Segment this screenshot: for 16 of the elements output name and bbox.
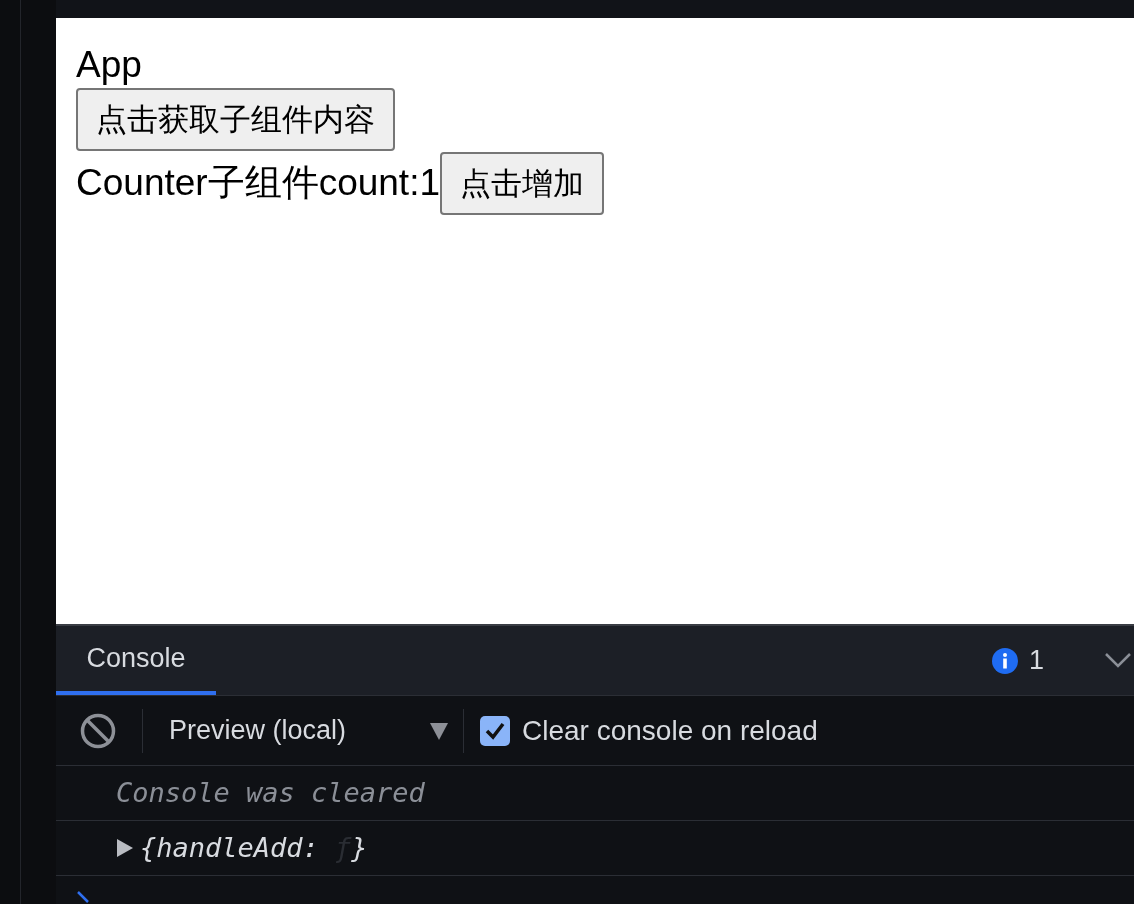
checkbox-label: Clear console on reload [522,713,818,748]
console-object[interactable]: {handleAdd: ƒ} [140,827,368,869]
clear-icon[interactable] [80,712,116,749]
dropdown-icon [429,720,449,741]
context-select[interactable]: Preview (local) [169,710,449,751]
info-count: 1 [1028,644,1044,678]
add-button[interactable]: 点击增加 [440,151,604,215]
console-tab[interactable]: Console [56,626,216,695]
counter-label: Counter子组件count:1 [76,161,440,206]
info-icon [990,646,1019,675]
checkbox[interactable] [480,715,510,746]
chevron-down-icon[interactable] [1105,652,1131,668]
app-heading: App [76,42,142,87]
expand-icon[interactable] [116,838,134,858]
console-message: Console was cleared [116,775,425,810]
fetch-button[interactable]: 点击获取子组件内容 [76,87,395,151]
